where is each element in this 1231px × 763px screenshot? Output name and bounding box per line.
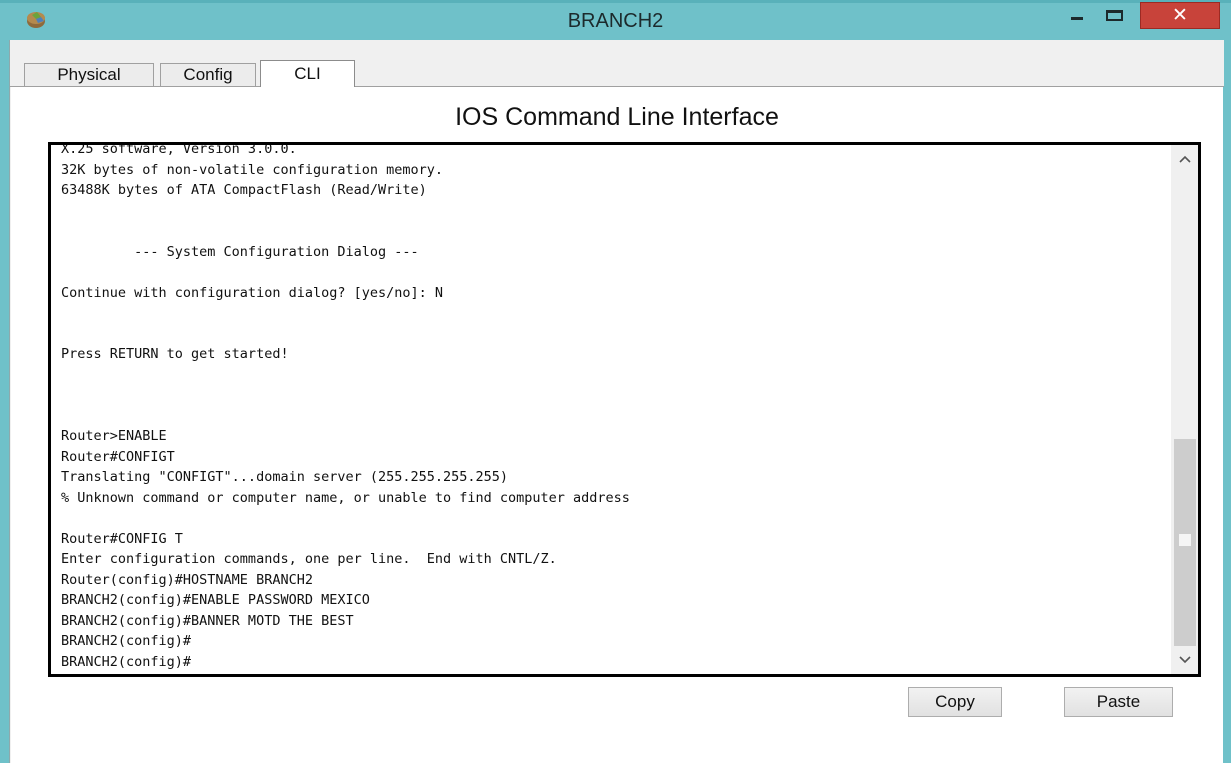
- terminal-line: BRANCH2(config)#: [61, 653, 192, 670]
- app-window: BRANCH2 ✕ Physical Config CLI IOS Comman…: [0, 0, 1231, 763]
- terminal-line: BRANCH2(config)#: [61, 633, 192, 649]
- terminal-line: 63488K bytes of ATA CompactFlash (Read/W…: [61, 182, 427, 198]
- terminal-scrollbar[interactable]: [1171, 145, 1198, 674]
- close-button[interactable]: ✕: [1140, 2, 1220, 29]
- terminal-line: Router#CONFIG T: [61, 530, 183, 547]
- minimize-icon: [1071, 17, 1083, 20]
- terminal-line: BRANCH2(config)#BANNER MOTD THE BEST: [61, 612, 354, 629]
- tab-physical[interactable]: Physical: [24, 63, 154, 86]
- chevron-up-icon: [1179, 155, 1191, 163]
- maximize-button[interactable]: [1098, 2, 1130, 29]
- scroll-thumb[interactable]: [1174, 439, 1196, 646]
- title-bar[interactable]: BRANCH2 ✕: [0, 0, 1231, 40]
- window-client-area: Physical Config CLI IOS Command Line Int…: [9, 40, 1224, 763]
- terminal-line: Translating "CONFIGT"...domain server (2…: [61, 469, 509, 485]
- chevron-down-icon: [1179, 656, 1191, 664]
- scroll-thumb-grip: [1179, 534, 1191, 546]
- terminal-line: X.25 software, Version 3.0.0.: [61, 142, 297, 157]
- title-bar-edge: [0, 0, 1231, 3]
- tab-bar: Physical Config CLI: [10, 40, 1224, 87]
- minimize-button[interactable]: [1061, 2, 1093, 29]
- paste-button[interactable]: Paste: [1064, 687, 1173, 717]
- scroll-down-arrow[interactable]: [1171, 646, 1198, 674]
- terminal-line: --- System Configuration Dialog ---: [61, 243, 419, 260]
- terminal-line: % Unknown command or computer name, or u…: [61, 489, 630, 506]
- cli-panel: IOS Command Line Interface X.25 software…: [11, 87, 1223, 763]
- terminal-text: X.25 software, Version 3.0.0. 32K bytes o…: [61, 142, 1161, 672]
- maximize-icon: [1105, 10, 1123, 21]
- terminal-output[interactable]: X.25 software, Version 3.0.0. 32K bytes o…: [48, 142, 1201, 677]
- copy-button[interactable]: Copy: [908, 687, 1002, 717]
- terminal-line: Router(config)#HOSTNAME BRANCH2: [61, 571, 313, 588]
- tab-config[interactable]: Config: [160, 63, 256, 86]
- close-icon: ✕: [1172, 4, 1188, 26]
- terminal-line: Enter configuration commands, one per li…: [61, 551, 557, 567]
- terminal-line: BRANCH2(config)#ENABLE PASSWORD MEXICO: [61, 592, 370, 608]
- scroll-up-arrow[interactable]: [1171, 145, 1198, 173]
- terminal-line: 32K bytes of non-volatile configuration …: [61, 161, 444, 178]
- terminal-line: Router#CONFIGT: [61, 448, 175, 465]
- window-title: BRANCH2: [567, 10, 664, 32]
- terminal-line: Press RETURN to get started!: [61, 346, 289, 362]
- terminal-line: Continue with configuration dialog? [yes…: [61, 284, 444, 301]
- panel-title: IOS Command Line Interface: [455, 103, 779, 131]
- tab-cli[interactable]: CLI: [260, 60, 355, 87]
- terminal-line: Router>ENABLE: [61, 428, 167, 444]
